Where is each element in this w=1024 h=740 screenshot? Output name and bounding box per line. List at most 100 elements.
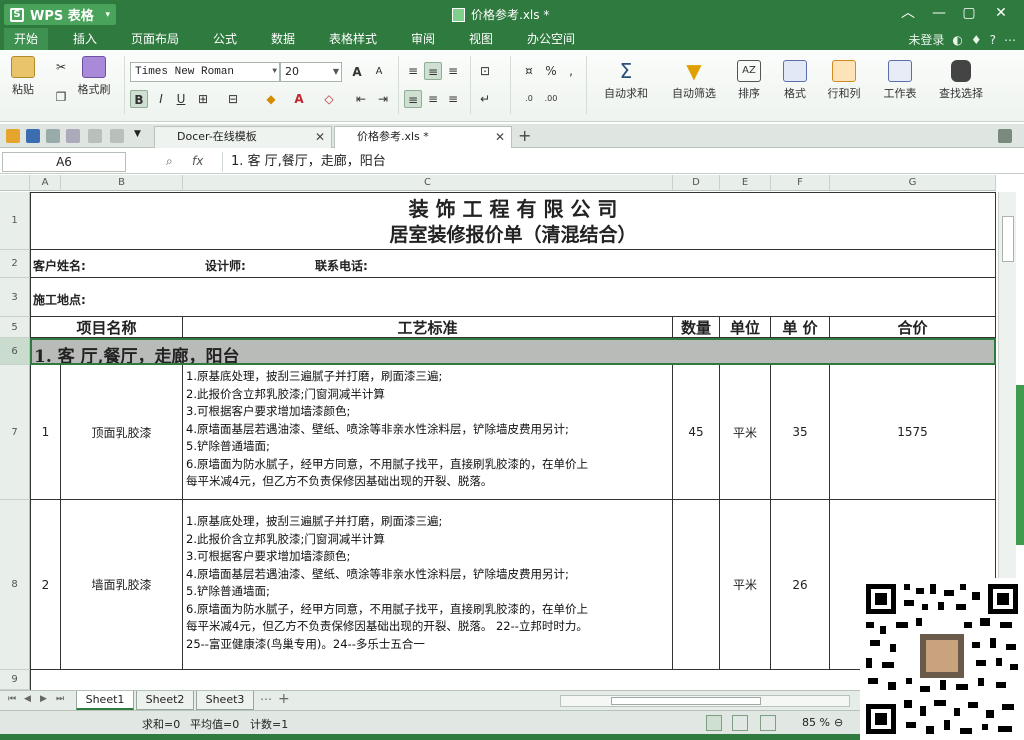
close-button[interactable]: ✕ [990, 4, 1012, 22]
wrap-text-icon[interactable]: ↵ [476, 90, 494, 108]
chevron-down-icon[interactable]: ▼ [134, 129, 148, 143]
collapse-ribbon-button[interactable]: ︿ [897, 4, 919, 22]
tab-office-space[interactable]: 办公空间 [517, 28, 585, 50]
format-painter-button[interactable]: 格式刷 [72, 56, 116, 97]
percent-icon[interactable]: % [542, 62, 560, 80]
row9-cells[interactable] [30, 670, 996, 690]
font-color-icon[interactable]: A [290, 90, 308, 108]
sheet-tab-3[interactable]: Sheet3 [196, 691, 254, 710]
page-layout-view-icon[interactable] [732, 715, 748, 731]
row-header-1[interactable]: 1 [0, 192, 30, 250]
undo-icon[interactable] [88, 129, 102, 143]
row-header-6[interactable]: 6 [0, 338, 30, 365]
header-price[interactable]: 单 价 [771, 317, 830, 338]
print-icon[interactable] [46, 129, 60, 143]
clear-format-icon[interactable]: ◇ [320, 90, 338, 108]
section-title-cell[interactable]: 1. 客 厅,餐厅，走廊，阳台 [30, 338, 996, 365]
folder-icon[interactable] [6, 129, 20, 143]
tab-data[interactable]: 数据 [261, 28, 305, 50]
h-scroll-thumb[interactable] [611, 697, 761, 705]
help-icon[interactable]: ? [990, 33, 996, 47]
minimize-button[interactable]: — [928, 4, 950, 22]
thousands-icon[interactable]: , [562, 62, 580, 80]
align-left-icon[interactable]: ≡ [404, 90, 422, 108]
more-icon[interactable]: ⋯ [1004, 33, 1016, 47]
horizontal-scrollbar[interactable] [560, 695, 850, 707]
close-icon[interactable]: ✕ [495, 127, 505, 147]
fill-color-icon[interactable]: ◆ [262, 90, 280, 108]
tab-formulas[interactable]: 公式 [203, 28, 247, 50]
side-panel-toggle[interactable] [1016, 385, 1024, 545]
tab-price-reference[interactable]: 价格参考.xls * ✕ [334, 126, 512, 148]
save-icon[interactable] [26, 129, 40, 143]
font-name-select[interactable]: Times New Roman ▼ [130, 62, 280, 82]
currency-icon[interactable]: ¤ [520, 62, 538, 80]
autofilter-button[interactable]: ▼ 自动筛选 [664, 60, 724, 101]
row7-price[interactable]: 35 [771, 365, 830, 500]
formula-input[interactable]: 1. 客 厅,餐厅，走廊，阳台 [222, 152, 1022, 172]
column-header-g[interactable]: G [830, 175, 996, 191]
increase-font-icon[interactable]: A [348, 63, 366, 81]
row-header-7[interactable]: 7 [0, 365, 30, 500]
column-header-a[interactable]: A [30, 175, 61, 191]
header-process[interactable]: 工艺标准 [183, 317, 673, 338]
tab-review[interactable]: 审阅 [401, 28, 445, 50]
function-icon[interactable]: fx [192, 154, 203, 168]
print-preview-icon[interactable] [66, 129, 80, 143]
align-middle-icon[interactable]: ≡ [424, 62, 442, 80]
merge-cells-icon[interactable]: ⊡ [476, 62, 494, 80]
tab-home[interactable]: 开始 [4, 28, 49, 50]
tab-view[interactable]: 视图 [459, 28, 503, 50]
scroll-thumb[interactable] [1002, 216, 1014, 262]
align-center-icon[interactable]: ≡ [424, 90, 442, 108]
cell-style-icon[interactable]: ⊟ [224, 90, 242, 108]
next-sheet-icon[interactable]: ▶ [40, 694, 47, 704]
increase-decimal-icon[interactable]: .0 [520, 90, 538, 108]
column-header-e[interactable]: E [720, 175, 771, 191]
redo-icon[interactable] [110, 129, 124, 143]
row7-unit[interactable]: 平米 [720, 365, 771, 500]
row7-process[interactable]: 1.原基底处理，披刮三遍腻子并打磨，刷面漆三遍; 2.此报价含立邦乳胶漆;门窗洞… [183, 365, 673, 500]
sort-button[interactable]: AZ 排序 [730, 60, 768, 101]
row8-price[interactable]: 26 [771, 500, 830, 670]
column-header-f[interactable]: F [771, 175, 830, 191]
outdent-icon[interactable]: ⇤ [352, 90, 370, 108]
add-sheet-icon[interactable]: + [278, 691, 290, 707]
title-cell[interactable]: 装 饰 工 程 有 限 公 司 居室装修报价单（清混结合） [30, 192, 996, 250]
align-bottom-icon[interactable]: ≡ [444, 62, 462, 80]
header-total[interactable]: 合价 [830, 317, 996, 338]
row-header-8[interactable]: 8 [0, 500, 30, 670]
skin-icon[interactable]: ◐ [952, 33, 962, 47]
last-sheet-icon[interactable]: ⏭ [56, 694, 64, 704]
indent-icon[interactable]: ⇥ [374, 90, 392, 108]
name-box[interactable]: A6 [2, 152, 126, 172]
bold-button[interactable]: B [130, 90, 148, 108]
first-sheet-icon[interactable]: ⏮ [8, 694, 16, 704]
header-item-name[interactable]: 项目名称 [30, 317, 183, 338]
tab-docer-templates[interactable]: Docer-在线模板 ✕ [154, 126, 332, 148]
page-break-view-icon[interactable] [760, 715, 776, 731]
header-unit[interactable]: 单位 [720, 317, 771, 338]
normal-view-icon[interactable] [706, 715, 722, 731]
tab-table-style[interactable]: 表格样式 [319, 28, 387, 50]
sheet-tab-1[interactable]: Sheet1 [76, 691, 134, 710]
format-button[interactable]: 格式 [776, 60, 814, 101]
sheet-tab-2[interactable]: Sheet2 [136, 691, 194, 710]
new-tab-icon[interactable]: + [518, 128, 532, 144]
row-header-9[interactable]: 9 [0, 670, 30, 690]
client-info-row[interactable]: 客户姓名: 设计师: 联系电话: [30, 250, 996, 278]
column-header-b[interactable]: B [61, 175, 183, 191]
row-header-5[interactable]: 5 [0, 317, 30, 338]
cut-icon[interactable]: ✂ [52, 58, 70, 76]
more-sheets-icon[interactable]: ⋯ [260, 692, 272, 706]
font-size-select[interactable]: 20 ▼ [280, 62, 342, 82]
site-row[interactable]: 施工地点: [30, 278, 996, 317]
row8-qty[interactable] [673, 500, 720, 670]
copy-icon[interactable]: ❐ [52, 88, 70, 106]
row-header-3[interactable]: 3 [0, 278, 30, 317]
row8-unit[interactable]: 平米 [720, 500, 771, 670]
close-icon[interactable]: ✕ [315, 127, 325, 147]
find-select-button[interactable]: 查找选择 [930, 60, 992, 101]
rows-cols-button[interactable]: 行和列 [820, 60, 868, 101]
tab-page-layout[interactable]: 页面布局 [121, 28, 189, 50]
